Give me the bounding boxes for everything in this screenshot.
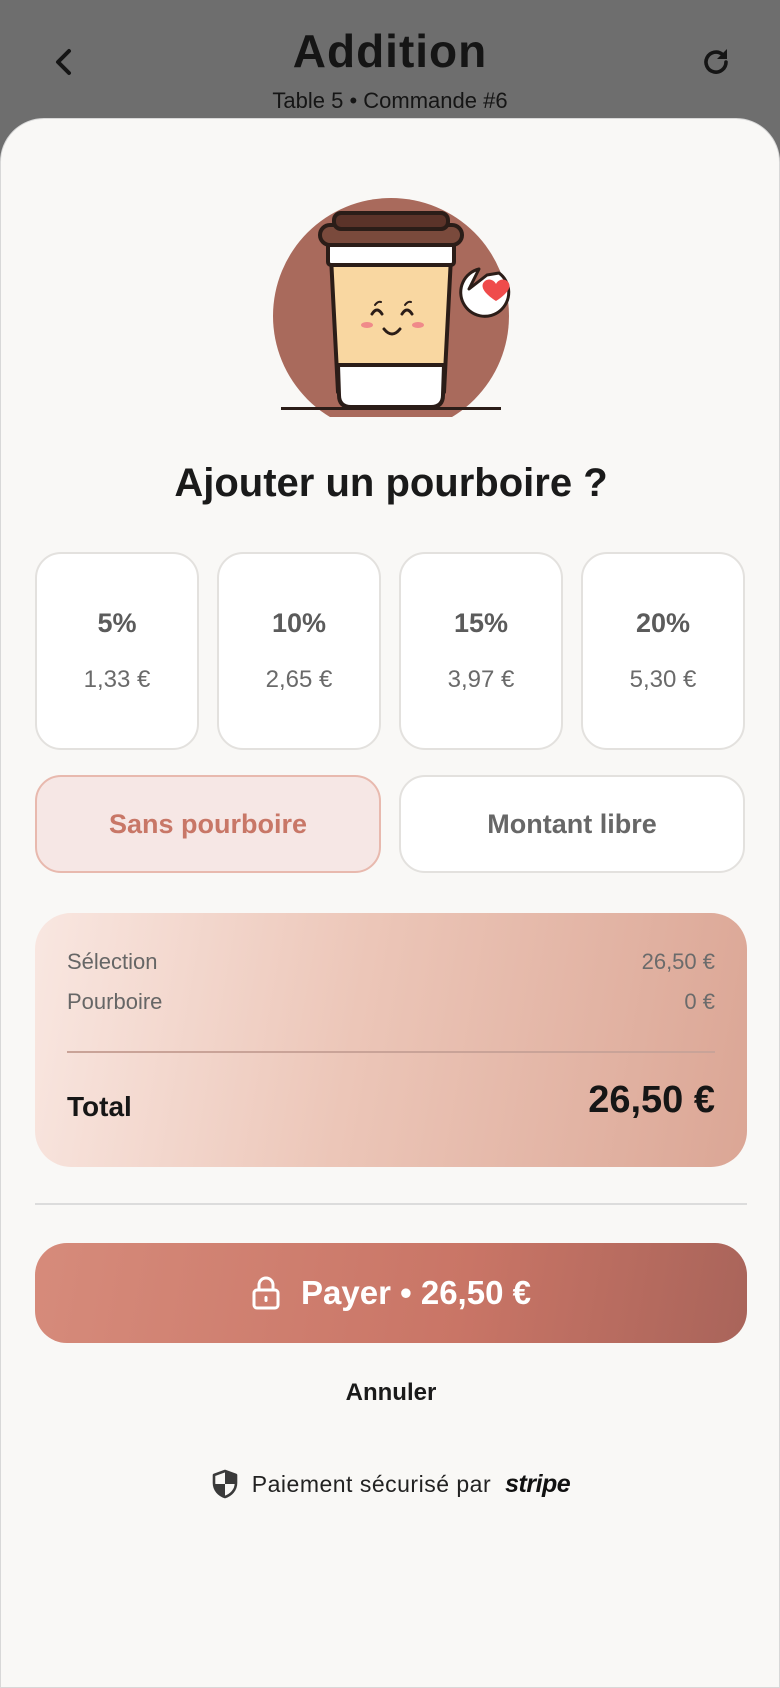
no-tip-button[interactable]: Sans pourboire bbox=[35, 775, 381, 873]
total-label: Total bbox=[67, 1091, 132, 1122]
tip-label: Pourboire bbox=[67, 989, 163, 1014]
tip-option-15[interactable]: 15% 3,97 € bbox=[399, 552, 563, 750]
tip-amount: 5,30 € bbox=[629, 666, 697, 693]
tip-title: Ajouter un pourboire ? bbox=[174, 461, 608, 505]
header: Addition Table 5 • Commande #6 bbox=[0, 0, 780, 130]
lock-icon bbox=[252, 1276, 280, 1310]
pay-button[interactable]: Payer • 26,50 € bbox=[35, 1243, 747, 1343]
tip-value: 0 € bbox=[684, 989, 715, 1014]
stripe-logo: stripe bbox=[505, 1469, 571, 1498]
tip-percent: 15% bbox=[453, 608, 509, 638]
tip-amount: 1,33 € bbox=[83, 666, 151, 693]
selection-value: 26,50 € bbox=[641, 949, 715, 974]
secure-payment-note: Paiement sécurisé par stripe bbox=[1, 1469, 780, 1499]
tip-amount: 3,97 € bbox=[447, 666, 515, 693]
payment-sheet: Ajouter un pourboire ? 5% 1,33 € 10% 2,6… bbox=[0, 118, 780, 1688]
custom-tip-button[interactable]: Montant libre bbox=[399, 775, 745, 873]
tip-percent: 10% bbox=[271, 608, 327, 638]
coffee-cup-illustration bbox=[273, 198, 511, 417]
tip-amount: 2,65 € bbox=[265, 666, 333, 693]
refresh-button[interactable] bbox=[696, 42, 736, 82]
cancel-button[interactable]: Annuler bbox=[291, 1379, 491, 1407]
page-subtitle: Table 5 • Commande #6 bbox=[272, 88, 508, 113]
summary-divider bbox=[67, 1051, 715, 1053]
shield-icon bbox=[212, 1469, 238, 1499]
page-title: Addition bbox=[292, 25, 488, 77]
tip-percent: 5% bbox=[97, 608, 137, 638]
total-value: 26,50 € bbox=[588, 1079, 715, 1121]
tip-option-20[interactable]: 20% 5,30 € bbox=[581, 552, 745, 750]
tip-option-5[interactable]: 5% 1,33 € bbox=[35, 552, 199, 750]
order-summary: Sélection 26,50 € Pourboire 0 € Total 26… bbox=[35, 913, 747, 1167]
secure-payment-text: Paiement sécurisé par bbox=[251, 1470, 492, 1497]
pay-button-label: Payer • 26,50 € bbox=[301, 1274, 531, 1311]
divider bbox=[35, 1203, 747, 1205]
tip-option-10[interactable]: 10% 2,65 € bbox=[217, 552, 381, 750]
tip-percent: 20% bbox=[635, 608, 691, 638]
selection-label: Sélection bbox=[67, 949, 158, 974]
refresh-icon bbox=[704, 49, 728, 74]
